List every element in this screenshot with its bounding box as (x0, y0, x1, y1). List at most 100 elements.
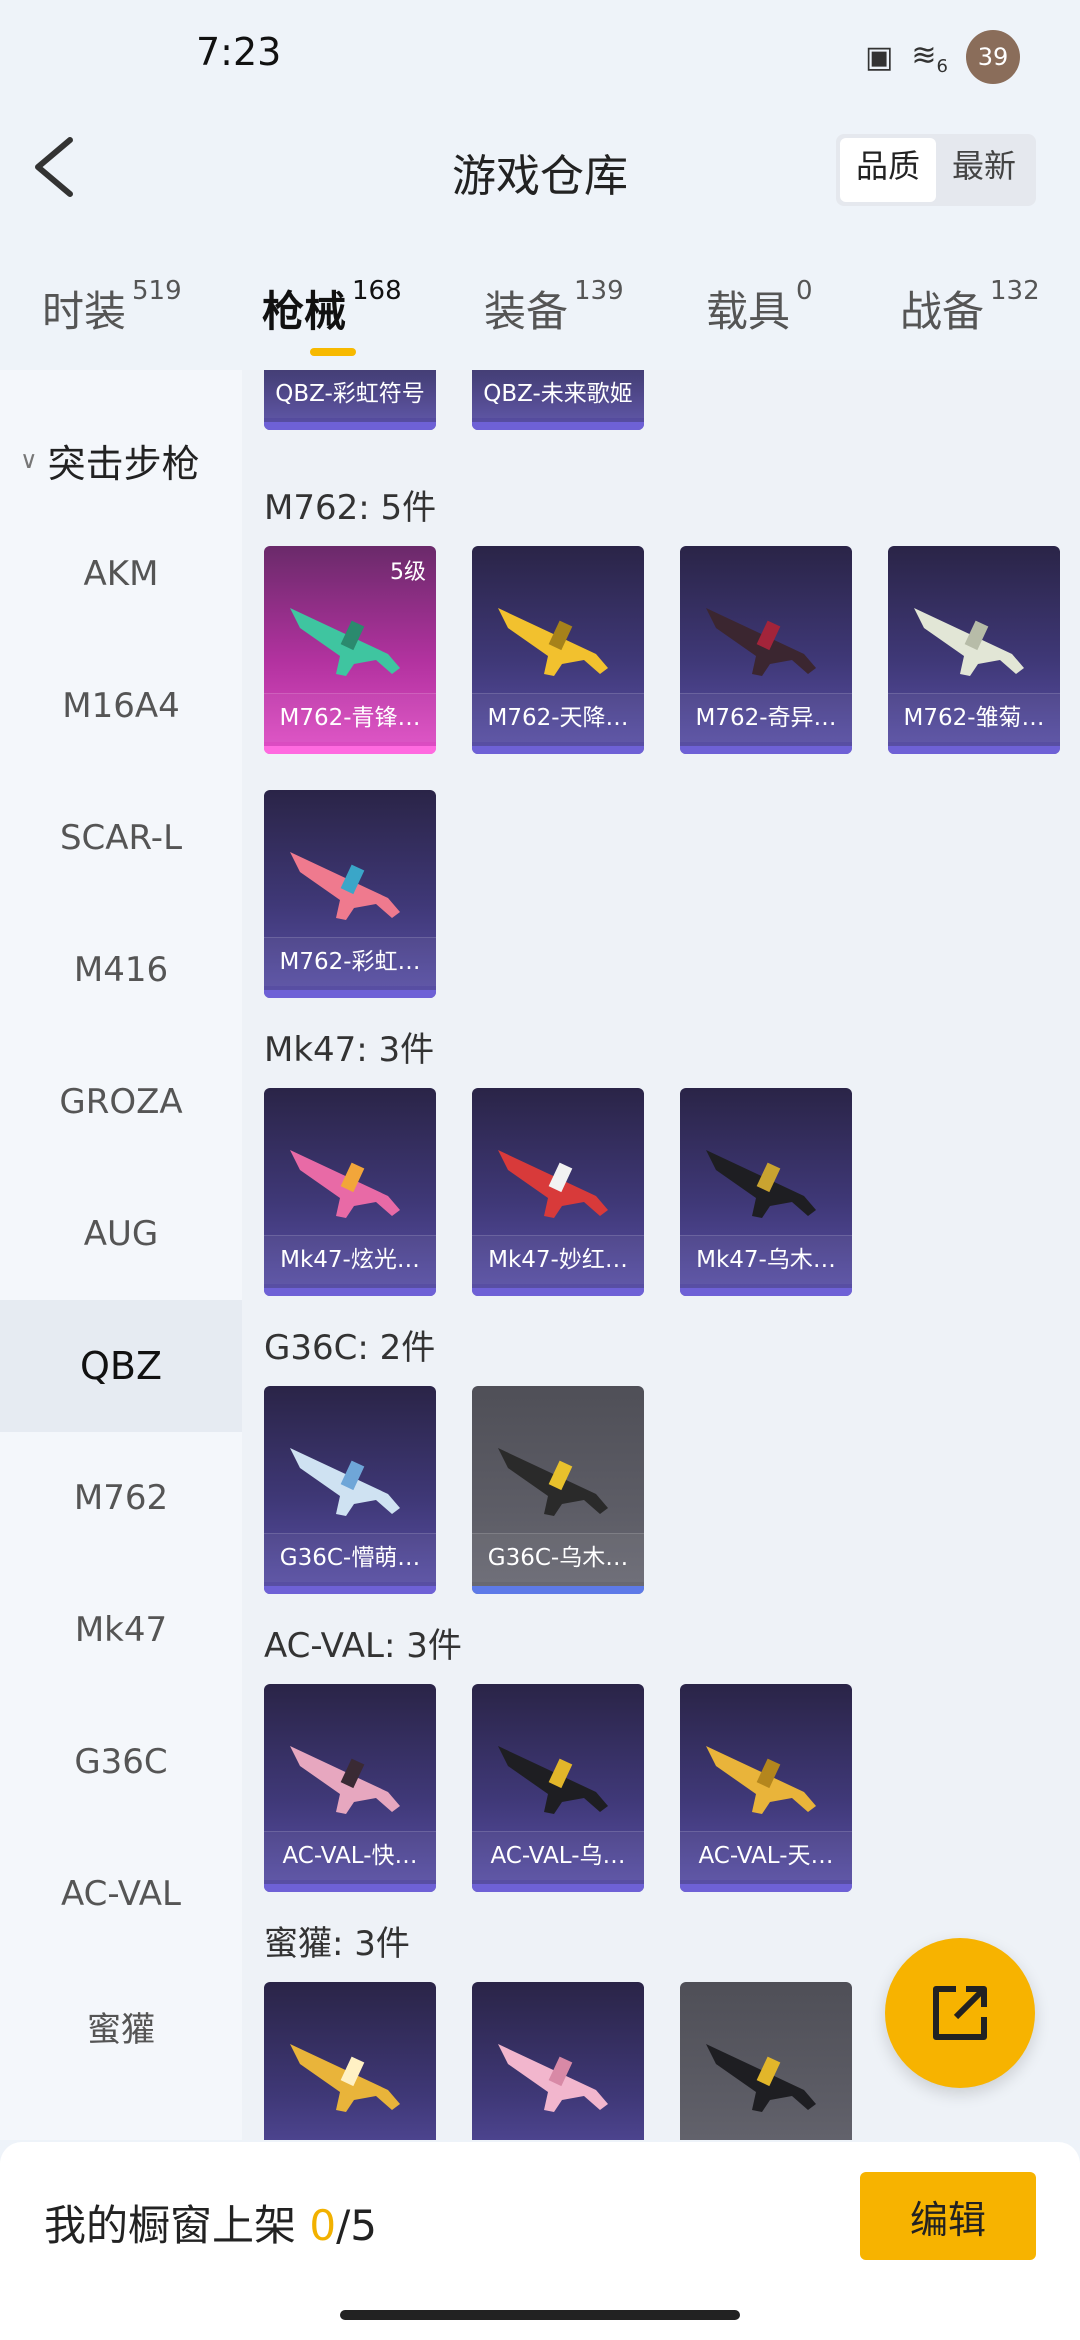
rifle-icon (290, 2044, 400, 2112)
tab-label: 装备 (484, 287, 569, 336)
weapon-card[interactable]: AC-VAL-天… (680, 1684, 852, 1892)
share-button[interactable] (885, 1938, 1035, 2088)
tab-label: 时装 (42, 287, 127, 336)
weapon-card[interactable]: M762-雏菊… (888, 546, 1060, 754)
rarity-bar (680, 746, 852, 754)
section-title: AC-VAL: 3件 (264, 1626, 462, 1666)
rifle-icon (498, 1448, 608, 1516)
tab-weapons[interactable]: 枪械 168 (262, 276, 402, 339)
weapon-name: M762-彩虹… (264, 937, 436, 986)
tab-outfits[interactable]: 时装 519 (42, 276, 182, 339)
weapon-name: M762-雏菊… (888, 693, 1060, 742)
rifle-icon (706, 608, 816, 676)
weapon-card[interactable]: M762-奇异… (680, 546, 852, 754)
sidebar-group-label: 突击步枪 (47, 441, 200, 486)
tab-count: 139 (574, 276, 624, 306)
weapon-name: G36C-懵萌… (264, 1533, 436, 1582)
weapon-card[interactable]: QBZ-未来歌姬 (472, 370, 644, 430)
rarity-bar (264, 1288, 436, 1296)
sidebar-item-m16a4[interactable]: M16A4 (0, 640, 242, 772)
category-tabs: 时装 519 枪械 168 装备 139 载具 0 战备 132 (0, 240, 1080, 360)
rifle-icon (290, 1150, 400, 1218)
sidebar-item-m762[interactable]: M762 (0, 1432, 242, 1564)
sidebar-item-g36c[interactable]: G36C (0, 1696, 242, 1828)
tab-count: 132 (990, 276, 1040, 306)
sort-quality-button[interactable]: 品质 (839, 138, 936, 202)
weapon-card[interactable]: Mk47-乌木… (680, 1088, 852, 1296)
tab-supplies[interactable]: 战备 132 (900, 276, 1040, 339)
rarity-bar (888, 746, 1060, 754)
showcase-total: /5 (336, 2201, 377, 2250)
status-icons: ▣ ≋6 39 (865, 30, 1020, 84)
sidebar-item-mk47[interactable]: Mk47 (0, 1564, 242, 1696)
sidebar-item-ac-val[interactable]: AC-VAL (0, 1828, 242, 1960)
sidebar-item-m416[interactable]: M416 (0, 904, 242, 1036)
rifle-icon (498, 1746, 608, 1814)
chevron-down-icon: ∨ (20, 446, 38, 474)
rarity-bar (472, 1884, 644, 1892)
weapon-name: AC-VAL-乌… (472, 1831, 644, 1880)
sidebar-group-assault-rifles[interactable]: ∨ 突击步枪 (0, 410, 242, 510)
weapon-card[interactable]: 5级 M762-青锋… (264, 546, 436, 754)
weapon-card[interactable]: G36C-乌木… (472, 1386, 644, 1594)
tab-vehicles[interactable]: 载具 0 (706, 276, 813, 339)
section-title: M762: 5件 (264, 488, 437, 528)
rarity-bar (680, 1288, 852, 1296)
weapon-name: QBZ-彩虹符号 (264, 370, 436, 418)
tab-count: 519 (132, 276, 182, 306)
sort-toggle: 品质 最新 (835, 134, 1036, 206)
section-title: G36C: 2件 (264, 1328, 436, 1368)
weapon-card[interactable]: AC-VAL-乌… (472, 1684, 644, 1892)
weapon-name: Mk47-妙红… (472, 1235, 644, 1284)
rifle-icon (290, 1448, 400, 1516)
weapon-card[interactable] (472, 1982, 644, 2140)
weapon-card[interactable] (680, 1982, 852, 2140)
weapon-name: M762-天降… (472, 693, 644, 742)
weapon-name: AC-VAL-天… (680, 1831, 852, 1880)
rifle-icon (498, 2044, 608, 2112)
rarity-bar (264, 746, 436, 754)
sidebar-item-akm[interactable]: AKM (0, 508, 242, 640)
rifle-icon (914, 608, 1024, 676)
sidebar-item-honey-badger[interactable]: 蜜獾 (0, 1960, 242, 2092)
share-icon (933, 1986, 987, 2040)
header: 游戏仓库 品质 最新 (0, 110, 1080, 230)
status-bar: 7:23 ▣ ≋6 39 (0, 0, 1080, 110)
weapon-card[interactable]: QBZ-彩虹符号 (264, 370, 436, 430)
weapon-card[interactable]: G36C-懵萌… (264, 1386, 436, 1594)
wifi-icon: ≋6 (911, 37, 948, 77)
rifle-icon (706, 1150, 816, 1218)
sidebar-item-aug[interactable]: AUG (0, 1168, 242, 1300)
sidebar-item-scar-l[interactable]: SCAR-L (0, 772, 242, 904)
weapon-card[interactable]: Mk47-炫光… (264, 1088, 436, 1296)
weapon-card[interactable]: Mk47-妙红… (472, 1088, 644, 1296)
status-time: 7:23 (196, 30, 282, 74)
showcase-current: 0 (309, 2201, 337, 2250)
section-title: 蜜獾: 3件 (264, 1924, 410, 1964)
sidebar-item-groza[interactable]: GROZA (0, 1036, 242, 1168)
weapon-name: M762-奇异… (680, 693, 852, 742)
tab-count: 168 (352, 276, 402, 306)
tab-label: 枪械 (262, 287, 347, 336)
rarity-bar (264, 1884, 436, 1892)
home-indicator[interactable] (340, 2310, 740, 2320)
weapon-card[interactable]: M762-天降… (472, 546, 644, 754)
weapon-card[interactable] (264, 1982, 436, 2140)
weapon-name: AC-VAL-快… (264, 1831, 436, 1880)
tab-equipment[interactable]: 装备 139 (484, 276, 624, 339)
rarity-bar (264, 990, 436, 998)
weapon-name: QBZ-未来歌姬 (472, 370, 644, 418)
sort-newest-button[interactable]: 最新 (936, 138, 1032, 202)
weapon-card[interactable]: M762-彩虹… (264, 790, 436, 998)
rarity-bar (472, 1586, 644, 1594)
rifle-icon (498, 1150, 608, 1218)
rifle-icon (290, 1746, 400, 1814)
sidebar-item-qbz[interactable]: QBZ (0, 1300, 242, 1432)
edit-button[interactable]: 编辑 (860, 2172, 1036, 2260)
rarity-bar (472, 746, 644, 754)
weapon-card[interactable]: AC-VAL-快… (264, 1684, 436, 1892)
network-indicator: 6 (936, 55, 948, 77)
rifle-icon (706, 2044, 816, 2112)
rarity-bar (680, 1884, 852, 1892)
rarity-bar (264, 1586, 436, 1594)
